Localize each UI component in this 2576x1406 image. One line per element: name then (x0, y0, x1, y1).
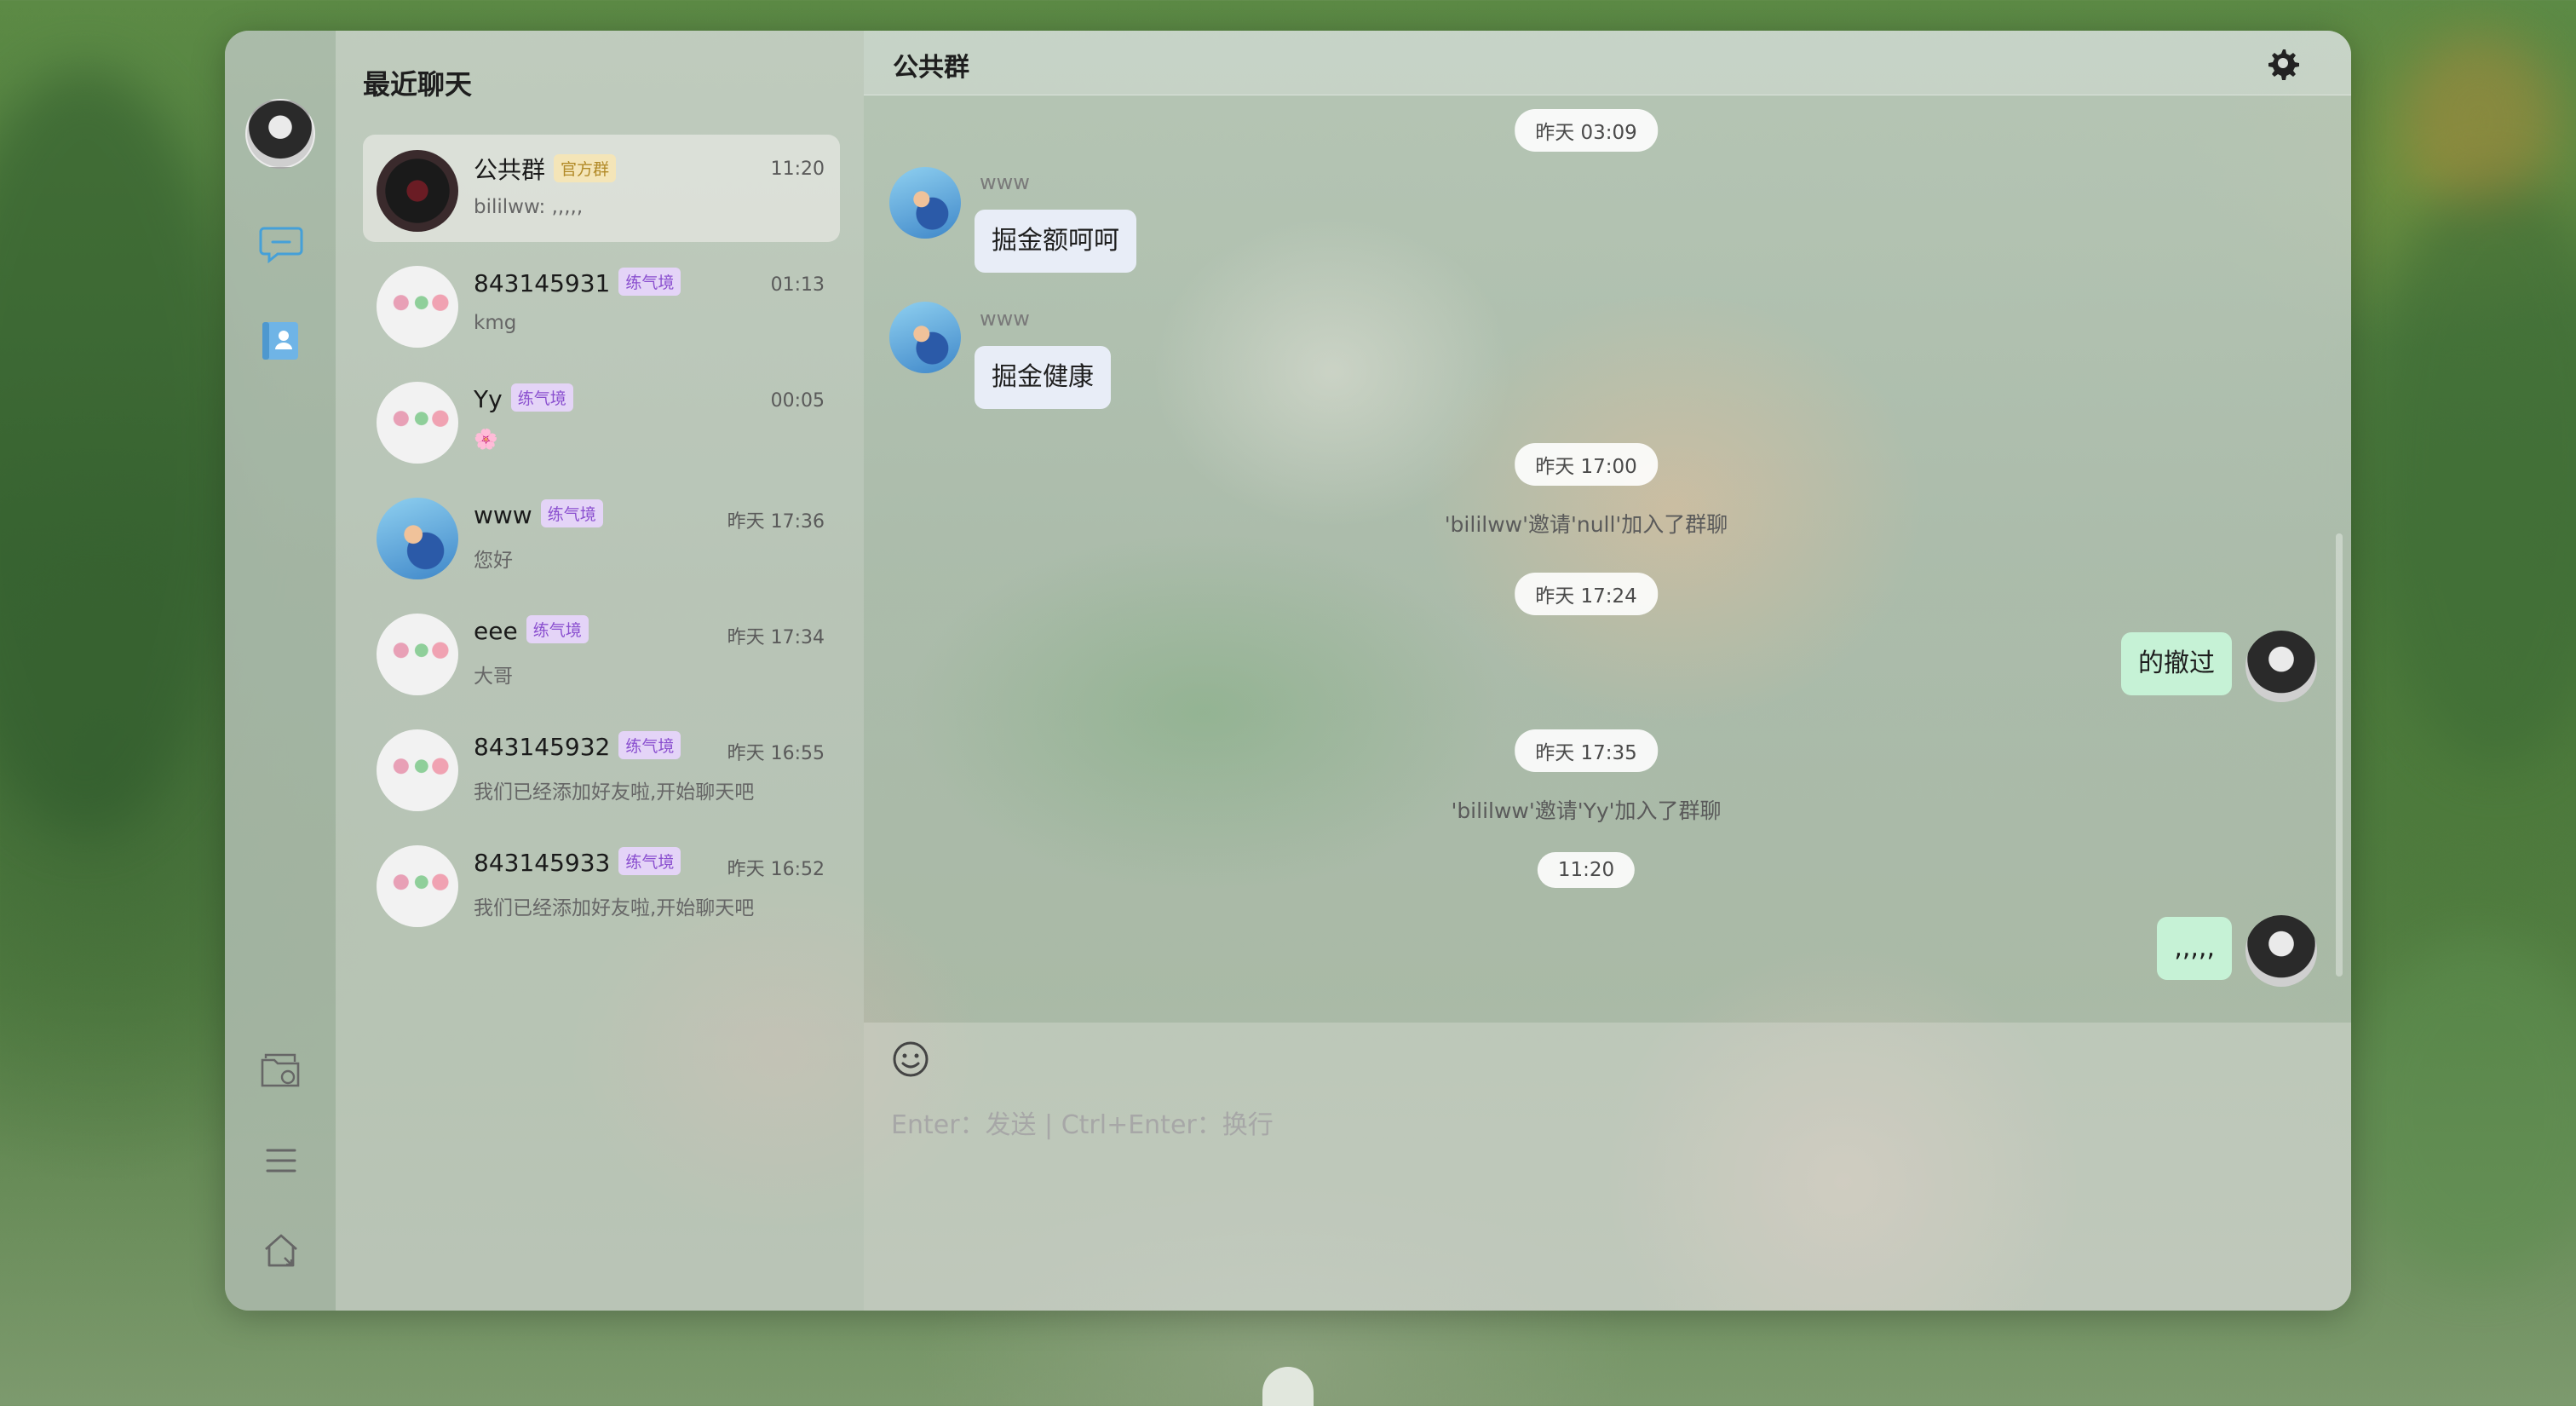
user-avatar[interactable] (245, 99, 315, 169)
conversation-name: 843145933 (474, 849, 611, 877)
message-bubble[interactable]: 掘金额呵呵 (975, 210, 1136, 273)
home-icon[interactable] (259, 1229, 303, 1273)
conversation-preview: 🌸 (474, 429, 498, 451)
conversation-name: eee (474, 617, 518, 645)
avatar[interactable] (889, 167, 961, 239)
conversation-time: 00:05 (770, 390, 825, 412)
avatar (377, 614, 458, 695)
avatar (377, 150, 458, 232)
status-badge: 练气境 (618, 731, 681, 759)
conversation-time: 01:13 (770, 274, 825, 296)
avatar (377, 498, 458, 579)
message-bubble[interactable]: 的撤过 (2121, 632, 2232, 695)
timestamp-pill: 昨天 17:00 (1515, 443, 1658, 486)
background-foliage (2368, 170, 2576, 767)
conversation-name: 843145932 (474, 733, 611, 761)
avatar[interactable] (2245, 631, 2317, 702)
conversation-preview: 您好 (474, 550, 513, 572)
timestamp-pill: 昨天 03:09 (1515, 109, 1658, 152)
message-sender: www (980, 170, 1030, 194)
background-foliage (2351, 937, 2576, 1278)
avatar (377, 266, 458, 348)
conversation-name: 843145931 (474, 269, 611, 297)
chat-panel: 公共群 昨天 03:09 www 掘金额呵呵 www 掘金健康 昨天 17:00… (864, 31, 2351, 1311)
background-foliage (2402, 34, 2556, 205)
folder-icon[interactable] (259, 1050, 303, 1094)
emoji-icon[interactable] (891, 1040, 930, 1079)
message-sender: www (980, 307, 1030, 331)
timestamp-pill: 昨天 17:35 (1515, 729, 1658, 772)
chat-window: 最近聊天 公共群 官方群 11:20 bililww: ,,,,, 8431459… (225, 31, 2351, 1311)
status-badge: 官方群 (554, 154, 617, 182)
message-bubble[interactable]: 掘金健康 (975, 346, 1111, 409)
chat-scrollbar[interactable] (2336, 533, 2343, 977)
system-message: 'bililww'邀请'null'加入了群聊 (1444, 512, 1728, 537)
conversation-item[interactable]: 843145932 练气境 昨天 16:55 我们已经添加好友啦,开始聊天吧 (363, 714, 840, 821)
side-nav (225, 31, 336, 1311)
avatar[interactable] (2245, 915, 2317, 987)
status-badge: 练气境 (526, 615, 589, 643)
chat-title: 公共群 (893, 53, 969, 83)
conversation-preview: 大哥 (474, 666, 513, 688)
system-message: 'bililww'邀请'Yy'加入了群聊 (1451, 798, 1722, 823)
conversation-name: 公共群 (474, 156, 546, 184)
avatar (377, 845, 458, 927)
status-badge: 练气境 (618, 847, 681, 875)
conversation-list: 最近聊天 公共群 官方群 11:20 bililww: ,,,,, 8431459… (336, 31, 864, 1311)
conversation-preview: 我们已经添加好友啦,开始聊天吧 (474, 897, 755, 919)
status-badge: 练气境 (618, 268, 681, 296)
avatar (377, 729, 458, 811)
conversation-time: 昨天 17:36 (727, 511, 825, 533)
conversation-item[interactable]: Yy 练气境 00:05 🌸 (363, 366, 840, 474)
status-badge: 练气境 (510, 383, 573, 412)
message-bubble[interactable]: ,,,,, (2157, 917, 2232, 980)
conversation-preview: bililww: ,,,,, (474, 196, 584, 218)
background-foliage (0, 68, 239, 835)
conversation-preview: kmg (474, 312, 517, 334)
conversation-time: 昨天 16:52 (727, 859, 825, 880)
message-composer (864, 1023, 2351, 1311)
avatar[interactable] (889, 302, 961, 373)
status-badge: 练气境 (540, 499, 603, 527)
chat-bubble-icon[interactable] (259, 222, 303, 266)
conversation-item[interactable]: 843145931 练气境 01:13 kmg (363, 251, 840, 358)
contacts-icon[interactable] (259, 319, 303, 363)
gear-icon[interactable] (2266, 46, 2300, 80)
conversation-item[interactable]: 公共群 官方群 11:20 bililww: ,,,,, (363, 135, 840, 242)
timestamp-pill: 昨天 17:24 (1515, 573, 1658, 615)
conversation-preview: 我们已经添加好友啦,开始聊天吧 (474, 781, 755, 804)
conversation-time: 昨天 17:34 (727, 627, 825, 648)
conversation-time: 昨天 16:55 (727, 743, 825, 764)
list-title: 最近聊天 (363, 68, 473, 101)
conversation-item[interactable]: www 练气境 昨天 17:36 您好 (363, 482, 840, 590)
conversation-item[interactable]: 843145933 练气境 昨天 16:52 我们已经添加好友啦,开始聊天吧 (363, 830, 840, 937)
conversation-name: Yy (474, 385, 503, 413)
conversation-time: 11:20 (770, 158, 825, 180)
message-input[interactable] (891, 1099, 2305, 1150)
timestamp-pill: 11:20 (1537, 852, 1636, 888)
conversation-item[interactable]: eee 练气境 昨天 17:34 大哥 (363, 598, 840, 706)
menu-icon[interactable] (259, 1138, 303, 1183)
chat-header: 公共群 (864, 31, 2351, 95)
conversation-name: www (474, 501, 532, 529)
avatar (377, 382, 458, 464)
bottom-dock-tab[interactable] (1262, 1367, 1314, 1406)
